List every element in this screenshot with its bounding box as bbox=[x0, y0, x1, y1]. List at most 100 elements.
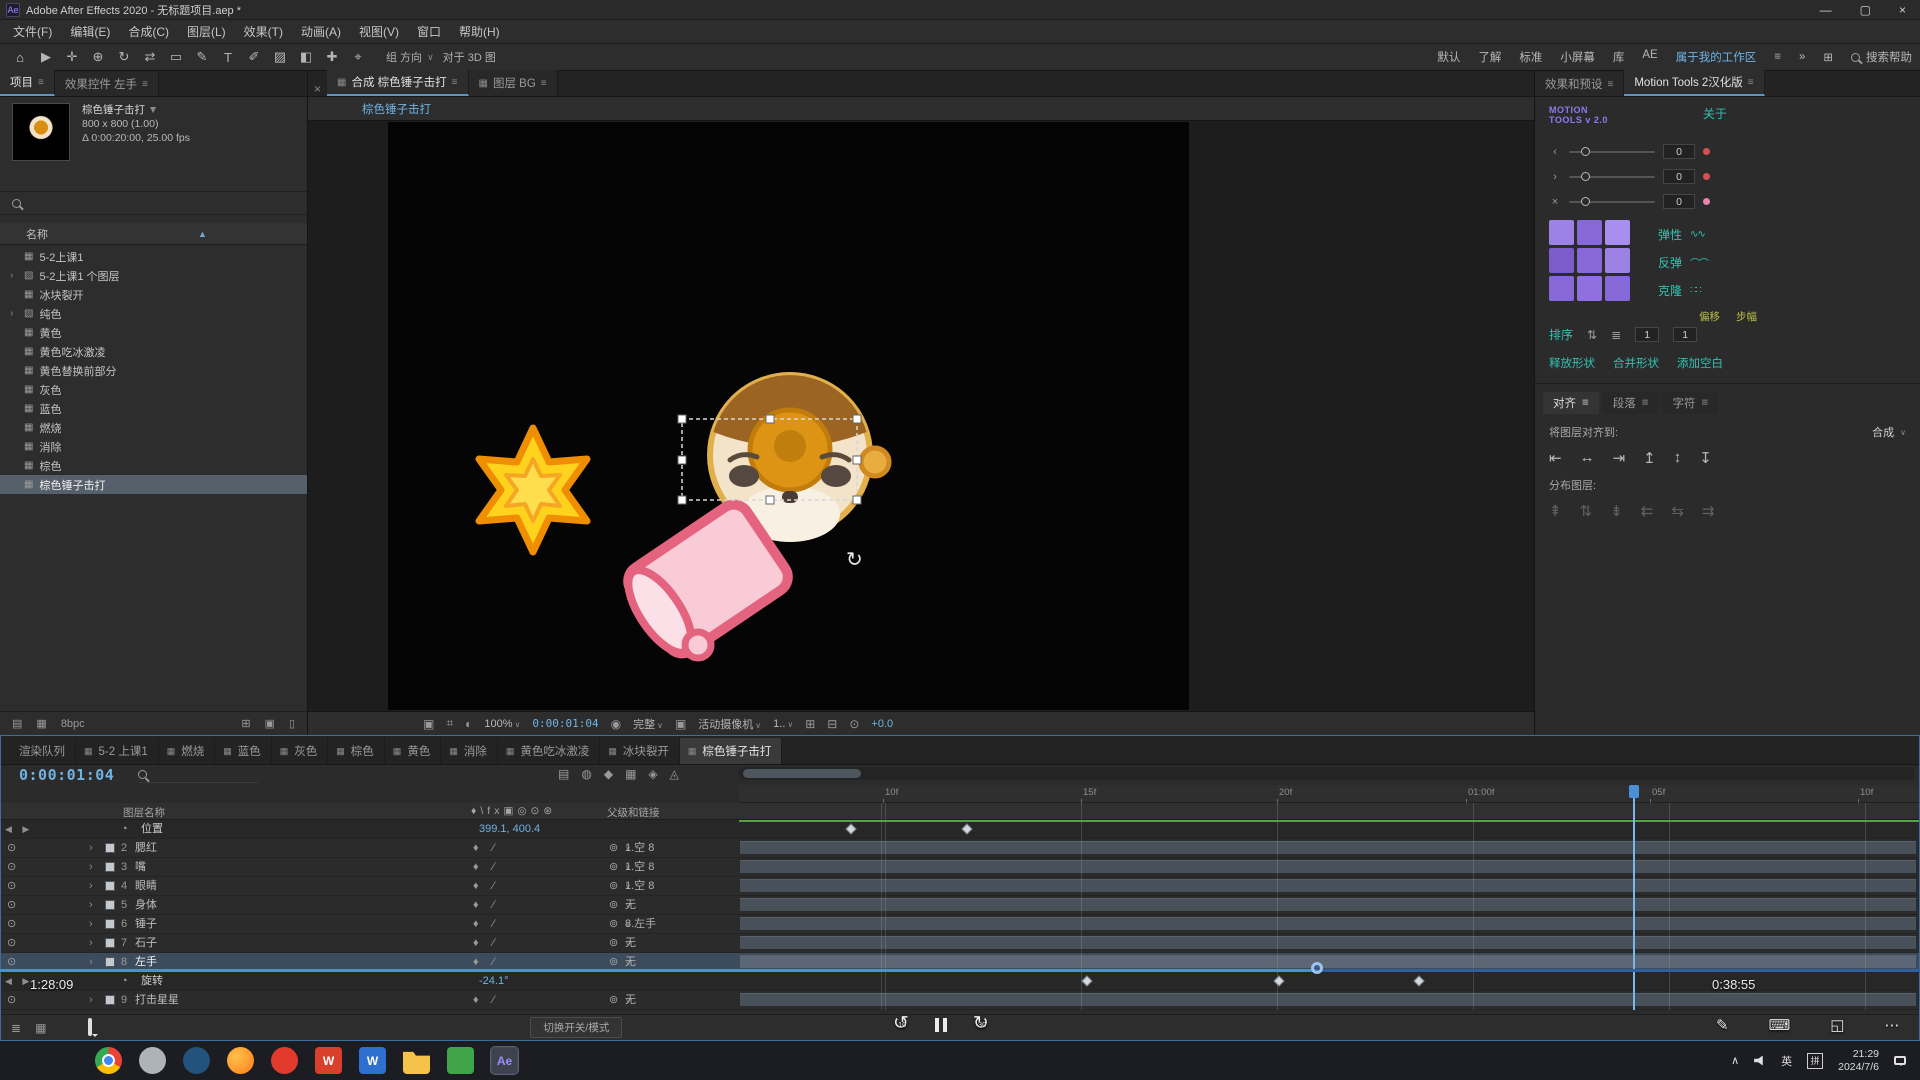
project-list-item[interactable]: 黄色替换前部分 bbox=[0, 361, 307, 380]
slider-value[interactable]: 0 bbox=[1663, 169, 1695, 184]
timeline-tab[interactable]: 棕色锤子击打 bbox=[680, 738, 783, 764]
visibility-eye-icon[interactable] bbox=[7, 839, 16, 858]
project-list-item[interactable]: 冰块裂开 bbox=[0, 285, 307, 304]
parent-select[interactable]: 1.空 8 ∨ bbox=[625, 839, 729, 858]
project-list-item[interactable]: 灰色 bbox=[0, 380, 307, 399]
channel-icon[interactable]: ◐ bbox=[465, 717, 472, 731]
offset-input[interactable]: 1 bbox=[1635, 327, 1659, 342]
tool-icon[interactable]: ⌖ bbox=[346, 46, 370, 68]
visibility-eye-icon[interactable] bbox=[7, 896, 16, 915]
project-list-item[interactable]: 黄色 bbox=[0, 323, 307, 342]
new-comp-icon[interactable]: ▣ bbox=[265, 717, 275, 730]
expand-arrow-icon[interactable] bbox=[89, 915, 93, 934]
frame-blending-icon[interactable]: ▦ bbox=[625, 767, 636, 781]
scrollbar-thumb[interactable] bbox=[743, 769, 861, 778]
ime-icon[interactable]: 拼 bbox=[1807, 1053, 1823, 1069]
visibility-eye-icon[interactable] bbox=[7, 934, 16, 953]
timeline-tab[interactable]: 消除 bbox=[441, 738, 498, 764]
timeline-tab[interactable]: 灰色 bbox=[272, 738, 329, 764]
viewer-tab[interactable]: ▦ 合成 棕色锤子击打 ≡ bbox=[327, 70, 469, 96]
timeline-tab[interactable]: 蓝色 bbox=[215, 738, 272, 764]
effects-panel-tab[interactable]: Motion Tools 2汉化版 ≡ bbox=[1624, 70, 1764, 96]
active-camera-select[interactable]: 活动摄像机∨ bbox=[698, 716, 761, 732]
expand-arrow-icon[interactable] bbox=[89, 839, 93, 858]
keyboard-icon[interactable]: ⌨ bbox=[1769, 1016, 1791, 1034]
slider-knob[interactable] bbox=[1581, 172, 1590, 181]
exposure-icon[interactable]: ⊙ bbox=[849, 717, 859, 731]
expand-arrow-icon[interactable] bbox=[89, 896, 93, 915]
comments-icon[interactable] bbox=[88, 1020, 92, 1034]
motion-fx-button[interactable]: 克隆 ∷∷ bbox=[1658, 282, 1708, 299]
player-progress-bar[interactable] bbox=[0, 969, 1920, 972]
parent-select[interactable]: 1.空 8 ∨ bbox=[625, 858, 729, 877]
panel-menu-icon[interactable]: ≡ bbox=[1642, 397, 1649, 409]
toggle-switches-modes-button[interactable]: 切换开关/模式 bbox=[530, 1017, 622, 1038]
switches-column-icons[interactable]: ♦\fx▣◎⊙⊛ bbox=[471, 805, 556, 817]
tool-icon[interactable]: ⊕ bbox=[86, 46, 110, 68]
tool-icon[interactable]: ↻ bbox=[112, 46, 136, 68]
timeline-tab[interactable]: 冰块裂开 bbox=[600, 738, 680, 764]
snapshot-icon[interactable]: ▣ bbox=[423, 717, 434, 731]
layer-switches[interactable] bbox=[473, 915, 508, 934]
anchor-icon[interactable]: ‹ bbox=[1549, 146, 1561, 158]
draft-3d-icon[interactable]: ◍ bbox=[581, 767, 591, 781]
project-columns-header[interactable]: 名称 ▲ bbox=[0, 223, 307, 245]
menu-item[interactable]: 文件(F) bbox=[4, 20, 61, 43]
layer-name[interactable]: 位置 bbox=[141, 820, 163, 839]
clone-grid-cell[interactable] bbox=[1577, 220, 1602, 245]
timeline-layer-row[interactable]: 6 锤子 8.左手 ∨ bbox=[1, 915, 1919, 934]
layer-switches[interactable] bbox=[473, 839, 508, 858]
taskbar-app-icon[interactable] bbox=[271, 1047, 298, 1074]
taskbar-app-icon[interactable] bbox=[403, 1047, 430, 1074]
workspace-item[interactable]: 默认 bbox=[1437, 49, 1460, 65]
workspace-menu-icon[interactable]: ≡ bbox=[1774, 51, 1781, 63]
zoom-level[interactable]: 100%∨ bbox=[484, 718, 520, 730]
workspace-item[interactable]: 库 bbox=[1613, 49, 1625, 65]
tool-icon[interactable]: ▶ bbox=[34, 46, 58, 68]
visibility-eye-icon[interactable] bbox=[7, 877, 16, 896]
menu-item[interactable]: 动画(A) bbox=[292, 20, 350, 43]
project-panel-tab[interactable]: 效果控件 左手 ≡ bbox=[55, 72, 159, 96]
layer-switches[interactable] bbox=[473, 991, 508, 1010]
taskbar-app-icon[interactable]: W bbox=[359, 1047, 386, 1074]
parent-pickwhip-icon[interactable] bbox=[609, 934, 618, 953]
project-list-item[interactable]: 5-2上课1 bbox=[0, 247, 307, 266]
align-icon[interactable]: ↧ bbox=[1699, 449, 1712, 467]
panel-menu-icon[interactable]: ≡ bbox=[1748, 77, 1754, 88]
render-icon[interactable]: ▦ bbox=[35, 1021, 46, 1035]
timeline-layer-row[interactable]: 位置 399.1, 400.4 ∨ bbox=[1, 820, 1919, 839]
timeline-layer-row[interactable]: 5 身体 无 ∨ bbox=[1, 896, 1919, 915]
distribute-icon[interactable]: ⇞ bbox=[1549, 502, 1562, 520]
player-progress-knob[interactable] bbox=[1311, 962, 1323, 974]
workspace-item[interactable]: 小屏幕 bbox=[1560, 49, 1595, 65]
name-column-header[interactable]: 名称 bbox=[26, 226, 48, 242]
project-list-item[interactable]: 黄色吃冰激凌 bbox=[0, 342, 307, 361]
timeline-timecode[interactable]: 0:00:01:04 bbox=[19, 766, 114, 784]
align-to-select[interactable]: 合成∨ bbox=[1872, 424, 1906, 440]
project-list-item[interactable]: 棕色锤子击打 bbox=[0, 475, 307, 494]
trash-icon[interactable]: ▯ bbox=[289, 717, 295, 730]
more-options-icon[interactable]: ⋯ bbox=[1884, 1016, 1899, 1034]
shape-action-button[interactable]: 合并形状 bbox=[1613, 355, 1659, 371]
layer-color-chip[interactable] bbox=[105, 881, 115, 891]
taskbar-app-icon[interactable] bbox=[447, 1047, 474, 1074]
timeline-layer-row[interactable]: 4 眼睛 1.空 8 ∨ bbox=[1, 877, 1919, 896]
close-tab-icon[interactable]: × bbox=[308, 82, 327, 96]
panel-menu-icon[interactable]: ≡ bbox=[1608, 79, 1614, 90]
taskbar-app-icon[interactable]: Ae bbox=[491, 1047, 518, 1074]
workspace-item[interactable]: AE bbox=[1642, 49, 1657, 65]
effects-panel-tab[interactable]: 效果和预设 ≡ bbox=[1535, 72, 1624, 96]
shape-action-button[interactable]: 添加空白 bbox=[1677, 355, 1723, 371]
timeline-ruler[interactable]: 10f15f20f01:00f05f10f bbox=[739, 785, 1919, 803]
graph-editor-icon[interactable]: ◬ bbox=[670, 767, 679, 781]
parent-pickwhip-icon[interactable] bbox=[609, 915, 618, 934]
search-help-label[interactable]: 搜索帮助 bbox=[1866, 49, 1912, 65]
project-list-item[interactable]: 蓝色 bbox=[0, 399, 307, 418]
tool-icon[interactable]: ✛ bbox=[60, 46, 84, 68]
rewind-10-button[interactable]: ↺10 bbox=[893, 1012, 909, 1035]
notification-center-icon[interactable] bbox=[1894, 1056, 1906, 1065]
layer-name[interactable]: 旋转 bbox=[141, 972, 163, 991]
property-value[interactable]: -24.1° bbox=[479, 972, 508, 991]
comp-breadcrumb[interactable]: 棕色锤子击打 bbox=[362, 101, 431, 117]
visibility-eye-icon[interactable] bbox=[7, 858, 16, 877]
